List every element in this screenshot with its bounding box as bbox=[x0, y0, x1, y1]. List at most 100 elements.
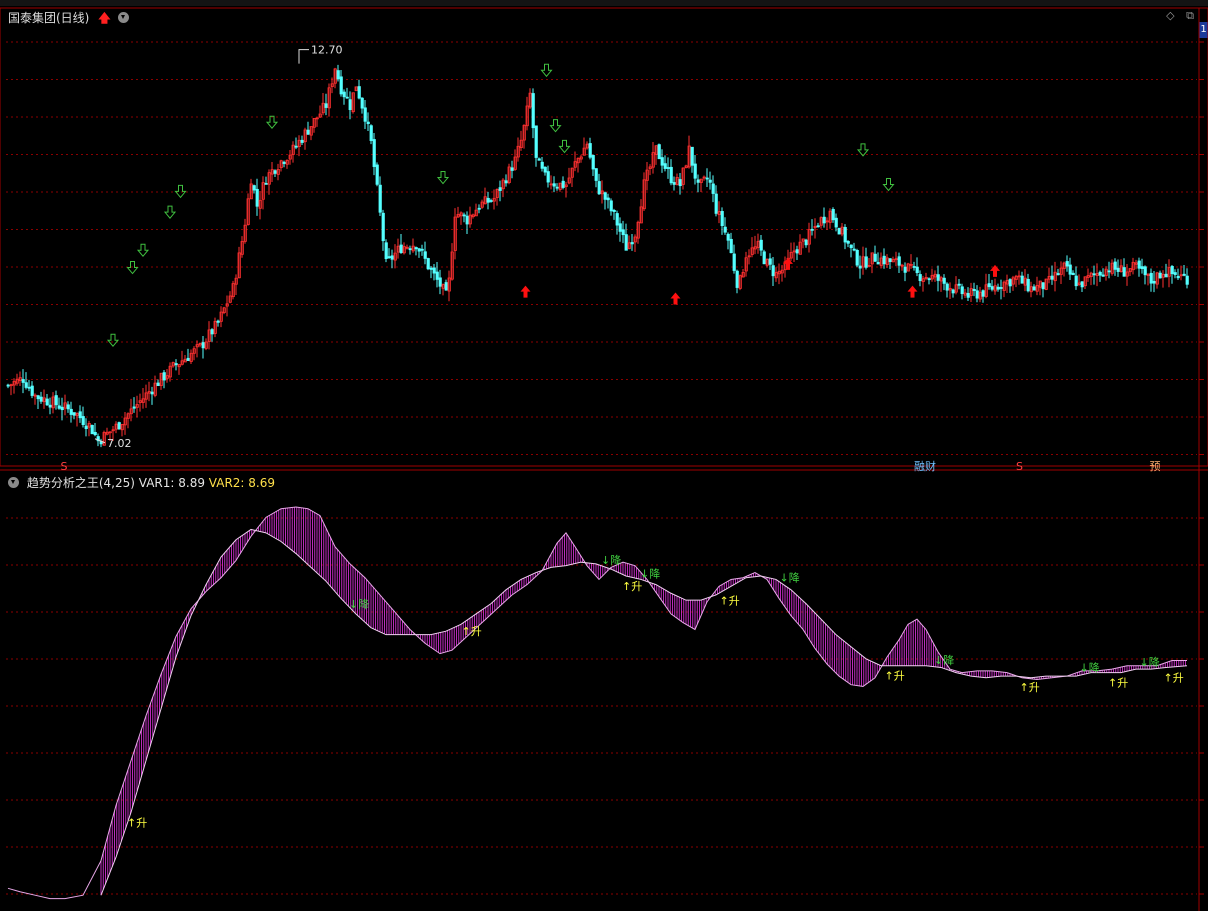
fall-signal-label: ↓降 bbox=[1080, 660, 1100, 674]
candle-body bbox=[93, 431, 97, 436]
sell-arrow-icon bbox=[540, 63, 553, 78]
candle-body bbox=[1098, 271, 1102, 276]
candle-body bbox=[672, 182, 676, 185]
candle-body bbox=[855, 249, 859, 266]
candle-body bbox=[420, 248, 424, 251]
candle-body bbox=[723, 226, 727, 233]
candle-body bbox=[486, 197, 490, 203]
candle-body bbox=[714, 193, 718, 214]
fall-signal-label: ↓降 bbox=[780, 571, 800, 585]
candle-body bbox=[465, 215, 469, 225]
candle-body bbox=[504, 180, 508, 184]
event-marker: 融财 bbox=[914, 459, 936, 473]
sell-arrow-icon bbox=[174, 184, 187, 199]
candle-body bbox=[615, 213, 619, 226]
candle-body bbox=[678, 179, 682, 187]
candle-body bbox=[438, 277, 442, 287]
sell-arrow-icon bbox=[163, 205, 177, 219]
candle-body bbox=[48, 404, 52, 408]
candle-body bbox=[669, 166, 673, 184]
candle-body bbox=[696, 179, 700, 183]
candle-body bbox=[990, 286, 994, 290]
candle-body bbox=[915, 266, 919, 274]
candle-body bbox=[78, 411, 82, 419]
rise-signal-label: ↑升 bbox=[462, 625, 482, 638]
candle-body bbox=[1170, 265, 1174, 275]
candle-body bbox=[1041, 282, 1045, 290]
candle-body bbox=[945, 283, 949, 291]
candle-body bbox=[72, 412, 76, 416]
candle-body bbox=[996, 286, 1000, 290]
candle-body bbox=[150, 391, 154, 395]
candle-body bbox=[561, 180, 565, 188]
candle-body bbox=[912, 266, 916, 268]
candle-body bbox=[387, 256, 391, 259]
candle-body bbox=[1092, 273, 1096, 276]
candle-body bbox=[21, 379, 25, 383]
candle-body bbox=[852, 248, 856, 251]
candle-body bbox=[399, 244, 403, 254]
rise-signal-label: ↑升 bbox=[885, 670, 905, 683]
candle-body bbox=[69, 408, 73, 415]
candle-body bbox=[588, 143, 592, 158]
candle-body bbox=[552, 183, 556, 187]
var2-line bbox=[100, 528, 1188, 896]
candle-body bbox=[876, 262, 880, 265]
candle-body bbox=[768, 258, 772, 265]
event-marker: S bbox=[61, 460, 68, 473]
candle-body bbox=[1140, 266, 1144, 270]
candle-body bbox=[24, 382, 28, 388]
candle-body bbox=[1107, 270, 1111, 273]
candle-body bbox=[66, 404, 70, 410]
candle-body bbox=[1068, 264, 1072, 275]
candle-body bbox=[534, 125, 538, 158]
candle-body bbox=[1050, 275, 1054, 280]
candle-body bbox=[771, 265, 775, 277]
candle-body bbox=[84, 425, 88, 430]
sell-arrow-icon bbox=[882, 177, 895, 192]
candle-body bbox=[363, 107, 367, 122]
candle-body bbox=[432, 267, 436, 274]
candle-body bbox=[804, 239, 808, 246]
candle-body bbox=[882, 255, 886, 265]
candle-body bbox=[255, 188, 259, 207]
candle-body bbox=[162, 372, 166, 381]
candle-body bbox=[417, 248, 421, 252]
candle-body bbox=[864, 256, 868, 268]
chart-canvas: 12.707.02S 融财 S 预↑升↓降↑升↓降↓降↑升↑升↓降↑升↓降↑升↓降↑升… bbox=[0, 7, 1208, 911]
high-pointer bbox=[298, 49, 309, 64]
candle-body bbox=[1032, 286, 1036, 291]
candle-body bbox=[735, 270, 739, 288]
candle-body bbox=[375, 164, 379, 185]
candle-body bbox=[1080, 281, 1084, 288]
candle-body bbox=[618, 223, 622, 232]
fall-signal-label: ↓降 bbox=[934, 653, 954, 667]
candle-body bbox=[726, 233, 730, 241]
candle-body bbox=[294, 145, 298, 148]
candle-body bbox=[132, 406, 136, 409]
buy-arrow-icon bbox=[907, 285, 918, 298]
high-price-label: 12.70 bbox=[311, 44, 343, 57]
candle-body bbox=[186, 357, 190, 361]
candle-body bbox=[690, 146, 694, 166]
candle-body bbox=[546, 171, 550, 183]
candle-body bbox=[435, 271, 439, 280]
candle-body bbox=[1185, 275, 1189, 285]
candle-body bbox=[1137, 260, 1141, 269]
rise-signal-label: ↑升 bbox=[720, 595, 740, 608]
candle-body bbox=[612, 210, 616, 212]
candle-body bbox=[306, 129, 310, 135]
candle-body bbox=[414, 247, 418, 250]
candle-body bbox=[384, 242, 388, 260]
candle-body bbox=[666, 167, 670, 169]
candle-body bbox=[1116, 267, 1120, 272]
candle-body bbox=[1101, 274, 1105, 277]
candle-body bbox=[966, 293, 970, 298]
candle-body bbox=[345, 96, 349, 99]
candle-body bbox=[531, 93, 535, 129]
candle-body bbox=[705, 177, 709, 180]
candle-body bbox=[903, 266, 907, 273]
candle-body bbox=[27, 386, 31, 389]
candle-body bbox=[927, 278, 931, 281]
candle-body bbox=[846, 240, 850, 244]
